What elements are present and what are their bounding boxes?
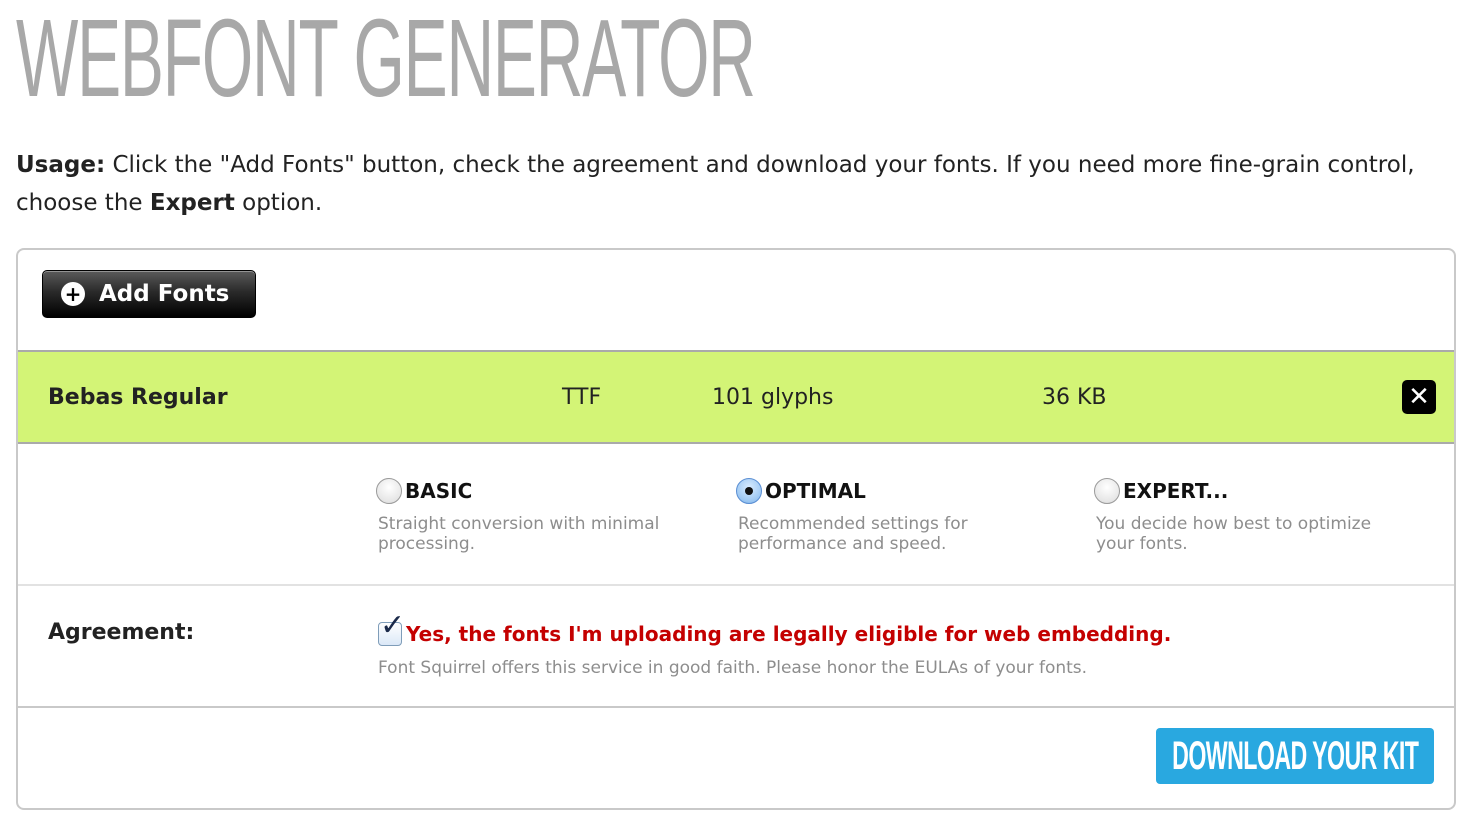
download-kit-label: DOWNLOAD YOUR KIT	[1171, 733, 1419, 778]
plus-circle-icon: +	[61, 282, 85, 306]
basic-description: Straight conversion with minimal process…	[378, 514, 660, 554]
generator-panel: + Add Fonts Bebas Regular TTF 101 glyphs…	[16, 248, 1456, 810]
expert-radio[interactable]	[1094, 478, 1120, 504]
mode-option-expert[interactable]: EXPERT... You decide how best to optimiz…	[1094, 476, 1394, 554]
font-name: Bebas Regular	[48, 384, 228, 410]
agreement-note: Font Squirrel offers this service in goo…	[378, 658, 1088, 678]
mode-option-optimal[interactable]: OPTIMAL Recommended settings for perform…	[736, 476, 1036, 554]
optimal-description: Recommended settings for performance and…	[738, 514, 968, 554]
usage-text-end: option.	[234, 190, 323, 216]
optimal-label: OPTIMAL	[765, 479, 866, 503]
add-fonts-button[interactable]: + Add Fonts	[42, 270, 256, 318]
usage-label: Usage:	[16, 152, 106, 178]
checkmark-icon: ✓	[380, 608, 406, 643]
mode-option-basic[interactable]: BASIC Straight conversion with minimal p…	[376, 476, 676, 554]
usage-instructions: Usage: Click the "Add Fonts" button, che…	[16, 146, 1466, 222]
agreement-checkbox-label[interactable]: Yes, the fonts I'm uploading are legally…	[406, 622, 1171, 646]
font-file-size: 36 KB	[1042, 384, 1107, 410]
font-format: TTF	[562, 384, 602, 410]
usage-expert-word: Expert	[149, 190, 235, 216]
page-title: WEBFONT GENERATOR	[16, 0, 756, 120]
remove-font-button[interactable]: ✕	[1402, 380, 1436, 414]
agreement-checkbox[interactable]: ✓	[378, 611, 405, 646]
agreement-row: Agreement: ✓ Yes, the fonts I'm uploadin…	[18, 586, 1454, 708]
optimal-radio[interactable]	[736, 478, 762, 504]
basic-label: BASIC	[405, 479, 473, 503]
agreement-label: Agreement:	[48, 620, 195, 645]
conversion-mode-group: BASIC Straight conversion with minimal p…	[18, 444, 1454, 586]
basic-radio[interactable]	[376, 478, 402, 504]
close-icon: ✕	[1408, 382, 1430, 412]
font-file-row: Bebas Regular TTF 101 glyphs 36 KB ✕	[18, 350, 1454, 444]
expert-description: You decide how best to optimize your fon…	[1096, 514, 1372, 554]
download-kit-button[interactable]: DOWNLOAD YOUR KIT	[1156, 728, 1434, 784]
font-glyph-count: 101 glyphs	[712, 384, 834, 410]
add-fonts-label: Add Fonts	[99, 281, 230, 307]
expert-label: EXPERT...	[1123, 479, 1229, 503]
